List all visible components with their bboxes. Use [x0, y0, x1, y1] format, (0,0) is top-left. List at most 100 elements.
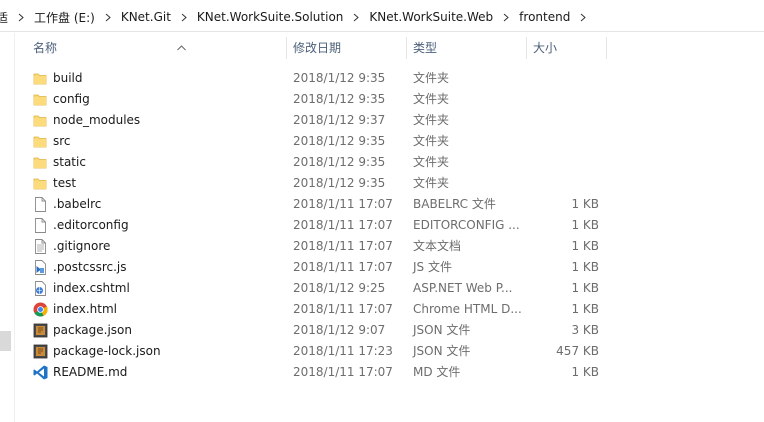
file-type: 文件夹: [413, 113, 450, 127]
file-type: 文本文档: [413, 239, 462, 253]
breadcrumb: 适 工作盘 (E:) KNet.Git KNet.WorkSuite.Solut…: [0, 8, 592, 26]
folder-icon: [32, 154, 49, 171]
file-type: BABELRC 文件: [413, 197, 496, 211]
column-header-type-label: 类型: [413, 41, 438, 55]
blank-file-icon: [32, 217, 49, 234]
file-row[interactable]: test 2018/1/12 9:35 文件夹: [15, 173, 764, 194]
file-size: 1 KB: [571, 260, 599, 274]
column-header-type[interactable]: 类型: [407, 33, 527, 63]
chevron-right-icon[interactable]: [347, 10, 365, 24]
nav-selected-item[interactable]: [0, 331, 11, 351]
file-size: 3 KB: [571, 323, 599, 337]
file-type: EDITORCONFIG ...: [413, 218, 520, 232]
chevron-right-icon[interactable]: [12, 10, 30, 24]
chevron-right-icon[interactable]: [175, 10, 193, 24]
file-row[interactable]: src 2018/1/12 9:35 文件夹: [15, 131, 764, 152]
file-size: 1 KB: [571, 281, 599, 295]
column-header-name[interactable]: 名称: [27, 33, 287, 63]
chevron-right-icon[interactable]: [574, 10, 592, 24]
blank-file-icon: [32, 196, 49, 213]
file-type: JSON 文件: [413, 344, 471, 358]
breadcrumb-item-web[interactable]: KNet.WorkSuite.Web: [365, 10, 497, 24]
file-modified-date: 2018/1/11 17:07: [293, 239, 393, 253]
breadcrumb-item-knet-git[interactable]: KNet.Git: [117, 10, 175, 24]
address-bar[interactable]: 适 工作盘 (E:) KNet.Git KNet.WorkSuite.Solut…: [0, 0, 764, 32]
file-type: JSON 文件: [413, 323, 471, 337]
file-size: 457 KB: [556, 344, 599, 358]
file-name: .postcssrc.js: [53, 260, 127, 274]
file-modified-date: 2018/1/12 9:35: [293, 92, 386, 106]
file-row[interactable]: build 2018/1/12 9:35 文件夹: [15, 68, 764, 89]
chevron-right-icon[interactable]: [497, 10, 515, 24]
file-row[interactable]: .editorconfig 2018/1/11 17:07 EDITORCONFIG…: [15, 215, 764, 236]
file-row[interactable]: node_modules 2018/1/12 9:37 文件夹: [15, 110, 764, 131]
aspnet-file-icon: [32, 280, 49, 297]
sort-ascending-icon: [177, 32, 186, 62]
file-name: src: [53, 134, 71, 148]
column-headers: 名称 修改日期 类型 大小: [15, 33, 764, 63]
file-size: 1 KB: [571, 197, 599, 211]
file-row[interactable]: .gitignore 2018/1/11 17:07 文本文档 1 KB: [15, 236, 764, 257]
file-name: .editorconfig: [53, 218, 129, 232]
breadcrumb-item-truncated[interactable]: 适: [0, 9, 12, 26]
file-modified-date: 2018/1/11 17:07: [293, 365, 393, 379]
file-row[interactable]: .postcssrc.js 2018/1/11 17:07 JS 文件 1 KB: [15, 257, 764, 278]
file-type: 文件夹: [413, 92, 450, 106]
folder-icon: [32, 70, 49, 87]
file-size: 1 KB: [571, 239, 599, 253]
file-modified-date: 2018/1/11 17:07: [293, 260, 393, 274]
file-modified-date: 2018/1/11 17:23: [293, 344, 393, 358]
column-header-date[interactable]: 修改日期: [287, 33, 407, 63]
file-row[interactable]: config 2018/1/12 9:35 文件夹: [15, 89, 764, 110]
file-type: 文件夹: [413, 155, 450, 169]
folder-icon: [32, 133, 49, 150]
chrome-icon: [32, 301, 49, 318]
file-row[interactable]: package.json 2018/1/12 9:07 JSON 文件 3 KB: [15, 320, 764, 341]
json-file-icon: [32, 343, 49, 360]
text-file-icon: [32, 238, 49, 255]
file-modified-date: 2018/1/12 9:35: [293, 134, 386, 148]
file-size: 1 KB: [571, 218, 599, 232]
file-name: index.html: [53, 302, 117, 316]
file-modified-date: 2018/1/12 9:25: [293, 281, 386, 295]
file-row[interactable]: index.cshtml 2018/1/12 9:25 ASP.NET Web P.…: [15, 278, 764, 299]
file-row[interactable]: package-lock.json 2018/1/11 17:23 JSON 文件 4…: [15, 341, 764, 362]
folder-icon: [32, 175, 49, 192]
column-header-name-label: 名称: [33, 41, 58, 55]
file-name: package-lock.json: [53, 344, 161, 358]
navigation-pane[interactable]: [0, 33, 15, 422]
js-file-icon: [32, 259, 49, 276]
file-modified-date: 2018/1/12 9:35: [293, 155, 386, 169]
file-list: build 2018/1/12 9:35 文件夹 config 2018/1/12 9:…: [15, 68, 764, 383]
file-name: build: [53, 71, 83, 85]
file-row[interactable]: index.html 2018/1/11 17:07 Chrome HTML D..…: [15, 299, 764, 320]
breadcrumb-item-frontend[interactable]: frontend: [515, 10, 574, 24]
file-modified-date: 2018/1/11 17:07: [293, 302, 393, 316]
file-name: package.json: [53, 323, 133, 337]
column-header-size[interactable]: 大小: [527, 33, 607, 63]
file-name: .gitignore: [53, 239, 111, 253]
breadcrumb-item-solution[interactable]: KNet.WorkSuite.Solution: [193, 10, 347, 24]
file-name: static: [53, 155, 86, 169]
file-name: README.md: [53, 365, 128, 379]
file-type: 文件夹: [413, 134, 450, 148]
breadcrumb-item-drive[interactable]: 工作盘 (E:): [30, 9, 99, 26]
file-row[interactable]: .babelrc 2018/1/11 17:07 BABELRC 文件 1 KB: [15, 194, 764, 215]
file-name: config: [53, 92, 90, 106]
file-row[interactable]: static 2018/1/12 9:35 文件夹: [15, 152, 764, 173]
file-modified-date: 2018/1/12 9:07: [293, 323, 386, 337]
file-modified-date: 2018/1/12 9:35: [293, 176, 386, 190]
file-type: Chrome HTML D...: [413, 302, 522, 316]
file-type: 文件夹: [413, 176, 450, 190]
chevron-right-icon[interactable]: [99, 10, 117, 24]
file-size: 1 KB: [571, 365, 599, 379]
file-type: 文件夹: [413, 71, 450, 85]
file-name: node_modules: [53, 113, 141, 127]
column-header-date-label: 修改日期: [293, 41, 342, 55]
file-type: JS 文件: [413, 260, 452, 274]
file-name: .babelrc: [53, 197, 102, 211]
column-header-size-label: 大小: [533, 41, 558, 55]
file-name: test: [53, 176, 77, 190]
file-size: 1 KB: [571, 302, 599, 316]
file-row[interactable]: README.md 2018/1/11 17:07 MD 文件 1 KB: [15, 362, 764, 383]
